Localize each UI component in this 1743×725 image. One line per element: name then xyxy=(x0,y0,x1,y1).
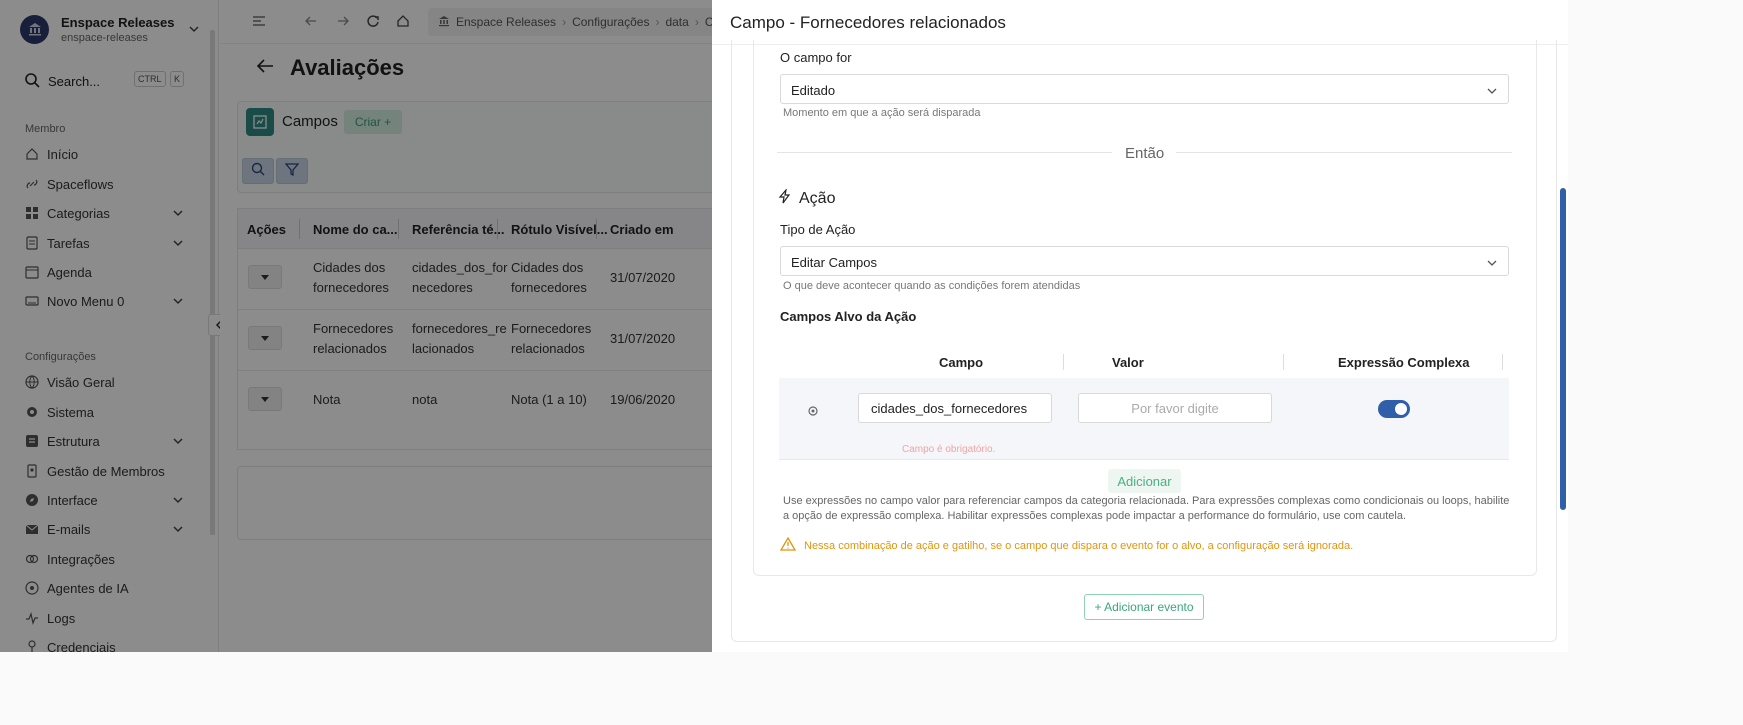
action-title: Ação xyxy=(799,190,836,207)
trigger-label: O campo for xyxy=(780,50,852,65)
field-drawer: Campo - Fornecedores relacionados O camp… xyxy=(712,0,1568,652)
then-label: Então xyxy=(1125,145,1165,162)
divider xyxy=(1176,152,1512,153)
warning-icon xyxy=(779,536,797,554)
targets-table-header: Campo Valor Expressão Complexa xyxy=(779,350,1509,374)
column-header: Valor xyxy=(1112,355,1144,370)
warning-text: Nessa combinação de ação e gatilho, se o… xyxy=(804,539,1354,552)
field-required-error: Campo é obrigatório. xyxy=(902,444,996,455)
expression-note: Use expressões no campo valor para refer… xyxy=(783,495,1510,522)
drawer-title: Campo - Fornecedores relacionados xyxy=(730,13,1006,32)
action-type-value: Editar Campos xyxy=(791,255,877,270)
add-target-button[interactable]: Adicionar xyxy=(1108,469,1181,493)
targets-table: Campo Valor Expressão Complexa cidades_d… xyxy=(779,350,1509,460)
settings-icon[interactable] xyxy=(807,404,819,422)
chevron-down-icon xyxy=(1486,256,1498,274)
action-type-label: Tipo de Ação xyxy=(780,222,856,237)
add-event-button[interactable]: + Adicionar evento xyxy=(1084,594,1204,620)
chevron-down-icon xyxy=(1486,84,1498,102)
target-value-input[interactable]: Por favor digite xyxy=(1078,393,1272,423)
action-type-help: O que deve acontecer quando as condições… xyxy=(783,280,1081,292)
complex-expression-toggle[interactable] xyxy=(1378,400,1410,418)
trigger-help: Momento em que a ação será disparada xyxy=(783,107,981,119)
action-type-select[interactable]: Editar Campos xyxy=(780,246,1509,276)
column-header: Expressão Complexa xyxy=(1338,355,1470,370)
action-header: Ação xyxy=(778,187,836,209)
toggle-knob xyxy=(1395,403,1407,415)
trigger-select[interactable]: Editado xyxy=(780,74,1509,104)
column-header: Campo xyxy=(939,355,984,370)
drawer-scrollbar[interactable] xyxy=(1560,188,1566,510)
trigger-select-value: Editado xyxy=(791,83,836,98)
sidebar-overlay[interactable] xyxy=(0,0,220,652)
warning-message: Nessa combinação de ação e gatilho, se o… xyxy=(779,536,1354,554)
target-row: cidades_dos_fornecedores Campo é obrigat… xyxy=(779,378,1509,460)
target-field-select[interactable]: cidades_dos_fornecedores xyxy=(858,393,1052,423)
drawer-header: Campo - Fornecedores relacionados xyxy=(712,0,1568,45)
targets-label: Campos Alvo da Ação xyxy=(780,309,917,324)
divider xyxy=(777,152,1112,153)
lightning-icon xyxy=(778,187,791,209)
